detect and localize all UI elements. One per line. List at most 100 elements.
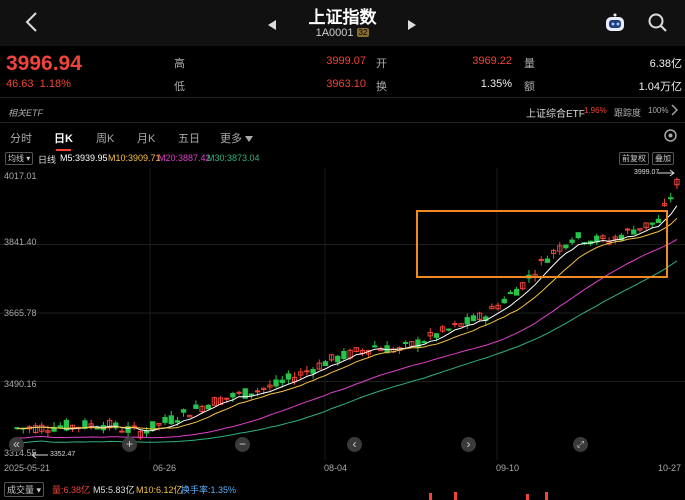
candle xyxy=(372,345,378,348)
vol-ma10: M10:6.12亿 xyxy=(136,485,183,495)
candle xyxy=(513,288,520,296)
candle xyxy=(335,355,341,363)
high-value: 3999.07 xyxy=(326,55,366,67)
ma30-value: M30:3873.04 xyxy=(207,153,260,163)
arrow-left-icon[interactable]: « xyxy=(9,437,24,452)
candle xyxy=(230,393,236,398)
track-label: 跟踪度 xyxy=(614,108,642,118)
volume-bar-mark xyxy=(545,492,548,500)
candle xyxy=(279,379,285,384)
tab-daily-k[interactable]: 日K xyxy=(54,130,73,151)
tab-weekly-k[interactable]: 周K xyxy=(96,130,114,146)
zoom-in-icon[interactable]: + xyxy=(122,437,137,452)
candle xyxy=(254,390,261,393)
candle xyxy=(446,328,452,331)
tab-intraday[interactable]: 分时 xyxy=(10,130,32,146)
x-tick-label: 10-27 xyxy=(658,463,682,473)
candlestick-chart[interactable] xyxy=(0,168,685,460)
candle xyxy=(575,232,581,239)
ma20-value: M20:3887.42 xyxy=(158,153,211,163)
y-tick-label: 3490.16 xyxy=(4,379,37,389)
ma-select[interactable]: 均线 ▾ xyxy=(5,152,34,165)
candle xyxy=(322,361,329,367)
volume-value: 量:6.38亿 xyxy=(52,485,91,495)
tab-five-day[interactable]: 五日 xyxy=(178,130,200,146)
amount-label: 额 xyxy=(524,81,535,93)
next-stock-icon[interactable] xyxy=(408,17,416,35)
volume-bar-mark xyxy=(429,493,432,500)
chevron-right-icon[interactable]: › xyxy=(461,437,476,452)
candle xyxy=(421,341,427,344)
period-label: 日线 xyxy=(38,155,57,165)
candle xyxy=(162,417,168,423)
candle xyxy=(248,393,255,396)
candle xyxy=(310,368,316,374)
candle xyxy=(464,317,470,325)
high-label: 高 xyxy=(174,58,185,70)
related-etf-label: 相关ETF xyxy=(8,108,43,118)
period-tabs: 分时 日K 周K 月K 五日 更多 xyxy=(0,124,685,151)
low-label: 低 xyxy=(174,81,185,93)
x-tick-label: 08-04 xyxy=(324,463,348,473)
quote-panel xyxy=(0,46,685,98)
etf-pct: 1.96% xyxy=(584,106,607,115)
chevron-left-icon[interactable]: ‹ xyxy=(347,437,362,452)
candle xyxy=(304,370,310,373)
y-tick-label: 4017.01 xyxy=(4,171,37,181)
volume-bar: 成交量 ▾ 量:6.38亿 M5:5.83亿 M10:6.12亿 换手率:1.3… xyxy=(0,478,685,500)
ma-line xyxy=(17,260,678,444)
candle xyxy=(433,333,440,338)
tab-monthly-k[interactable]: 月K xyxy=(137,130,155,146)
candle xyxy=(193,404,199,409)
etf-name[interactable]: 上证综合ETF xyxy=(526,105,585,120)
candle xyxy=(649,222,655,225)
search-icon[interactable] xyxy=(648,13,668,38)
open-value: 3969.22 xyxy=(472,55,512,67)
page-title: 上证指数 xyxy=(308,8,377,27)
ma10-value: M10:3909.71 xyxy=(108,153,161,163)
robot-icon[interactable] xyxy=(604,12,626,39)
candle xyxy=(119,430,125,433)
tab-more[interactable]: 更多 xyxy=(220,130,254,146)
min-price-label: 3352.47 xyxy=(50,451,76,458)
volume-select[interactable]: 成交量 ▾ xyxy=(4,482,45,497)
candle xyxy=(402,342,409,345)
ma-line xyxy=(17,238,678,439)
etf-bar[interactable]: 相关ETF 上证综合ETF 1.96% 跟踪度 100% xyxy=(0,99,685,123)
turnover-label: 换 xyxy=(376,81,387,93)
adjust-button[interactable]: 前复权 xyxy=(619,152,649,165)
chevron-right-icon[interactable] xyxy=(671,104,679,119)
volume-bar-mark xyxy=(454,492,457,500)
ma-line xyxy=(17,217,678,430)
y-tick-label: 3841.40 xyxy=(4,237,37,247)
candle xyxy=(452,323,458,326)
candle xyxy=(544,258,551,263)
price-change: 46.63 1.18% xyxy=(6,78,71,90)
candle xyxy=(655,218,662,223)
candle xyxy=(631,229,637,235)
chevron-down-icon xyxy=(245,136,254,142)
current-price: 3996.94 xyxy=(6,52,82,75)
candle xyxy=(507,292,514,295)
zoom-out-icon[interactable]: − xyxy=(235,437,250,452)
x-tick-label: 09-10 xyxy=(496,463,520,473)
volume-value: 6.38亿 xyxy=(649,58,682,70)
settings-icon[interactable] xyxy=(663,128,678,148)
candle xyxy=(236,391,242,394)
track-value: 100% xyxy=(648,106,669,115)
fullscreen-icon[interactable]: ⤢ xyxy=(573,437,588,452)
candle xyxy=(224,397,230,400)
candle xyxy=(168,415,174,425)
candle xyxy=(273,379,279,387)
candle xyxy=(501,298,507,304)
overlay-button[interactable]: 叠加 xyxy=(652,152,674,165)
max-arrow xyxy=(658,169,675,177)
amount-value: 1.04万亿 xyxy=(638,81,682,93)
candle xyxy=(470,315,477,322)
open-label: 开 xyxy=(376,58,387,70)
ma-bar: 均线 ▾ 日线 M5:3939.95 M10:3909.71 M20:3887.… xyxy=(0,150,685,166)
y-tick-label: 3665.78 xyxy=(4,308,37,318)
turnover-value: 1.35% xyxy=(480,78,512,90)
candle xyxy=(668,197,674,200)
candle xyxy=(174,420,181,423)
